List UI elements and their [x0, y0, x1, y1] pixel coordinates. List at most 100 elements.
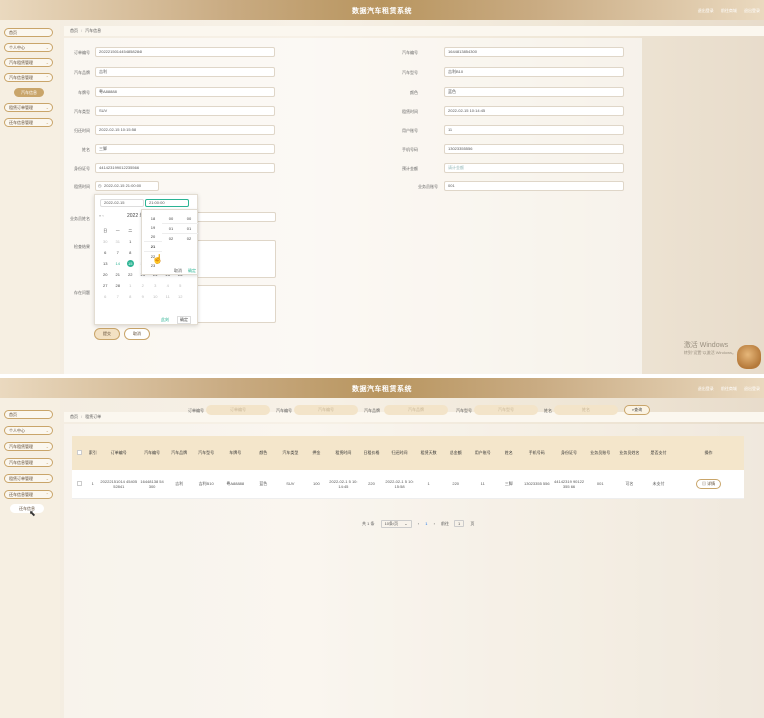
- day-cell[interactable]: 1: [124, 280, 137, 291]
- nav-profile[interactable]: 个人中心 ⌄: [4, 426, 53, 435]
- col-header[interactable]: 身份证号: [552, 436, 585, 470]
- minute-option[interactable]: 01: [162, 223, 180, 234]
- day-cell[interactable]: 12: [174, 291, 187, 302]
- phone-input[interactable]: 13023355556: [444, 144, 624, 154]
- day-cell[interactable]: 5: [174, 280, 187, 291]
- clerk-name-input[interactable]: [196, 212, 276, 222]
- picker-time-input[interactable]: 21:00:00: [145, 199, 189, 207]
- next-page-icon[interactable]: ›: [434, 521, 435, 526]
- day-cell[interactable]: 14: [112, 258, 125, 269]
- search-order-number-input[interactable]: 订单编号: [206, 405, 270, 415]
- picker-now-button[interactable]: 此刻: [161, 317, 169, 323]
- header-link-shop[interactable]: 前往商城: [721, 386, 737, 391]
- col-header[interactable]: 汽车型号: [193, 436, 220, 470]
- day-cell[interactable]: 10: [149, 291, 162, 302]
- col-header[interactable]: 汽车类型: [276, 436, 305, 470]
- order-number-input[interactable]: 2022215014454858284I: [95, 47, 275, 57]
- day-cell[interactable]: 20: [99, 269, 112, 280]
- name-input[interactable]: 三脚: [95, 144, 275, 154]
- day-cell[interactable]: 6: [99, 291, 112, 302]
- return-time-input[interactable]: 2022-02-15 10:15:58: [95, 125, 275, 135]
- submit-button[interactable]: 提交: [94, 328, 120, 340]
- car-brand-input[interactable]: 吉利: [95, 67, 275, 77]
- col-header[interactable]: 颜色: [251, 436, 276, 470]
- picker-ok-button[interactable]: 确定: [177, 316, 191, 324]
- col-header[interactable]: 汽车品牌: [166, 436, 193, 470]
- header-link-logout[interactable]: 退出登录: [698, 386, 714, 391]
- nav-return-mgmt[interactable]: 还车信息管理 ⌄: [4, 118, 53, 127]
- color-input[interactable]: 蓝色: [444, 87, 624, 97]
- second-option[interactable]: 00: [180, 214, 198, 223]
- minute-column[interactable]: 00 01 02: [162, 214, 180, 243]
- col-header[interactable]: 押金: [305, 436, 328, 470]
- page-number-current[interactable]: 1: [425, 521, 427, 526]
- page-size-select[interactable]: 10条/页 ⌄: [380, 520, 412, 528]
- issues-textarea[interactable]: [196, 285, 276, 323]
- day-cell[interactable]: 8: [124, 291, 137, 302]
- nav-car-info-mgmt[interactable]: 汽车信息管理 ⌄: [4, 458, 53, 467]
- day-cell[interactable]: 1: [124, 236, 137, 247]
- day-cell[interactable]: 21: [112, 269, 125, 280]
- search-car-model-input[interactable]: 汽车型号: [474, 405, 538, 415]
- hour-option-selected[interactable]: 21: [144, 241, 162, 252]
- search-car-number-input[interactable]: 汽车编号: [294, 405, 358, 415]
- time-confirm-button[interactable]: 确定: [188, 268, 196, 274]
- prev-month-arrows[interactable]: « ‹: [99, 213, 104, 218]
- search-button[interactable]: ⌕查询: [624, 405, 650, 415]
- col-header[interactable]: 用户账号: [469, 436, 496, 470]
- day-cell[interactable]: 7: [112, 291, 125, 302]
- estimated-amount-input[interactable]: 请计金额: [444, 163, 624, 173]
- day-cell[interactable]: 30: [99, 236, 112, 247]
- col-header[interactable]: 归还时间: [384, 436, 415, 470]
- col-header[interactable]: 索引: [87, 436, 99, 470]
- day-cell[interactable]: 27: [99, 280, 112, 291]
- day-cell[interactable]: 31: [112, 236, 125, 247]
- hour-option[interactable]: 19: [144, 223, 162, 232]
- car-model-input[interactable]: 吉利B10: [444, 67, 624, 77]
- second-option[interactable]: 02: [180, 234, 198, 243]
- car-number-input[interactable]: 1644813854300: [444, 47, 624, 57]
- header-link-exit[interactable]: 退出登录: [744, 386, 760, 391]
- col-header[interactable]: 总金额: [442, 436, 469, 470]
- time-cancel-button[interactable]: 取消: [174, 268, 182, 274]
- day-cell[interactable]: 6: [99, 247, 112, 258]
- hour-option[interactable]: 20: [144, 232, 162, 241]
- breadcrumb-home[interactable]: 首页: [70, 414, 78, 419]
- col-header[interactable]: 车牌号: [220, 436, 251, 470]
- cancel-button[interactable]: 取消: [124, 328, 150, 340]
- nav-order-mgmt[interactable]: 租赁订单管理 ⌄: [4, 103, 53, 112]
- day-cell[interactable]: 13: [99, 258, 112, 269]
- header-link-exit[interactable]: 退出登录: [744, 8, 760, 13]
- nav-rental-mgmt[interactable]: 汽车租赁管理 ⌄: [4, 58, 53, 67]
- second-option[interactable]: 01: [180, 223, 198, 234]
- nav-home[interactable]: 首页: [4, 410, 53, 419]
- col-header[interactable]: 手机号码: [521, 436, 552, 470]
- minute-option[interactable]: 00: [162, 214, 180, 223]
- nav-sub-return-info[interactable]: 还车信息: [10, 504, 44, 513]
- breadcrumb-home[interactable]: 首页: [70, 28, 78, 33]
- col-header[interactable]: 订单编号: [99, 436, 139, 470]
- plate-number-input[interactable]: 粤A88888: [95, 87, 275, 97]
- rental-time-input[interactable]: ◷ 2022-02-15 21:00:00: [95, 181, 159, 191]
- nav-return-mgmt[interactable]: 还车信息管理 ⌃: [4, 490, 53, 499]
- day-cell[interactable]: 11: [162, 291, 175, 302]
- picker-date-input[interactable]: 2022-02-15: [100, 199, 144, 207]
- car-type-input[interactable]: SUV: [95, 106, 275, 116]
- col-header[interactable]: 汽车编号: [139, 436, 166, 470]
- rent-time-readonly[interactable]: 2022-02-15 10:14:45: [444, 106, 624, 116]
- id-card-input[interactable]: 441423199012235566: [95, 163, 275, 173]
- user-account-input[interactable]: 11: [444, 125, 624, 135]
- prev-page-icon[interactable]: ‹: [418, 521, 419, 526]
- col-header[interactable]: 租赁时间: [328, 436, 359, 470]
- day-cell-today[interactable]: 15: [124, 258, 137, 269]
- hour-option[interactable]: 18: [144, 214, 162, 223]
- nav-order-mgmt[interactable]: 租赁订单管理 ⌄: [4, 474, 53, 483]
- col-header[interactable]: 是否支付: [644, 436, 673, 470]
- day-cell[interactable]: 2: [137, 280, 150, 291]
- col-header[interactable]: 姓名: [496, 436, 521, 470]
- day-cell[interactable]: 7: [112, 247, 125, 258]
- day-cell[interactable]: 28: [112, 280, 125, 291]
- nav-rental-mgmt[interactable]: 汽车租赁管理 ⌄: [4, 442, 53, 451]
- day-cell[interactable]: 22: [124, 269, 137, 280]
- day-cell[interactable]: 8: [124, 247, 137, 258]
